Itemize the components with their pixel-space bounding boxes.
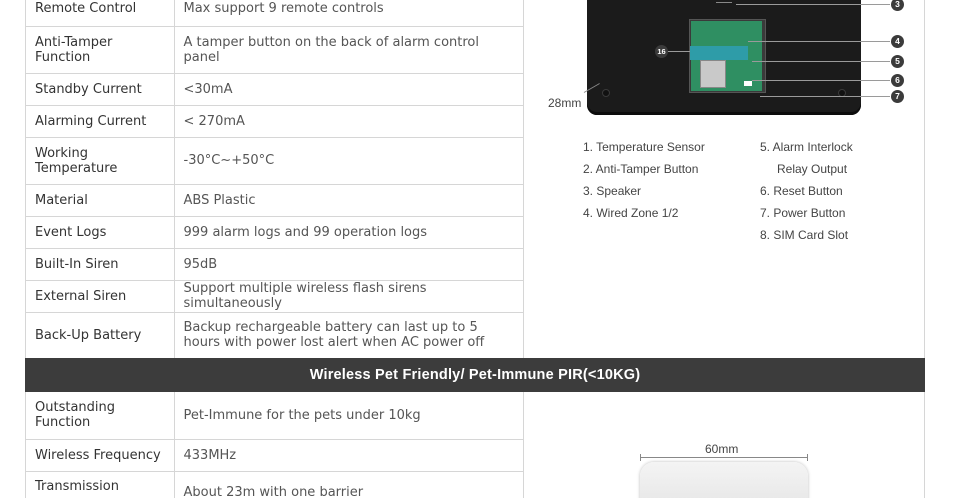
table-row: Transmission About 23m with one barrier	[25, 471, 524, 498]
spec-value: About 23m with one barrier	[174, 471, 524, 498]
spec-value: A tamper button on the back of alarm con…	[174, 26, 524, 74]
spec-label: Standby Current	[25, 73, 175, 106]
legend-item: 1. Temperature Sensor	[583, 140, 705, 154]
legend-item: 8. SIM Card Slot	[760, 228, 849, 242]
table-row: Remote Control Max support 9 remote cont…	[25, 0, 524, 27]
table-row: Working Temperature -30°C~+50°C	[25, 137, 524, 185]
frame-border-right	[924, 0, 925, 498]
dimension-tick	[807, 454, 808, 461]
callout-line	[748, 41, 890, 42]
width-dimension-label: 60mm	[705, 442, 739, 456]
callout-line	[736, 4, 890, 5]
legend-item: 3. Speaker	[583, 184, 642, 198]
callout-badge-3: 3	[891, 0, 904, 11]
cable-icon	[716, 0, 732, 3]
legend-item: 7. Power Button	[760, 206, 846, 220]
spec-label: Wireless Frequency	[25, 439, 175, 472]
pir-spec-table: Outstanding Function Pet-Immune for the …	[25, 392, 524, 498]
terminal-block-icon	[690, 46, 748, 60]
panel-legend-right: 5. Alarm Interlock Relay Output 6. Reset…	[760, 136, 853, 246]
spec-value: Pet-Immune for the pets under 10kg	[174, 392, 524, 440]
callout-line	[760, 96, 890, 97]
spec-value: Max support 9 remote controls	[174, 0, 524, 27]
table-row: Wireless Frequency 433MHz	[25, 439, 524, 472]
legend-item: Relay Output	[777, 162, 848, 176]
spec-value: Support multiple wireless flash sirens s…	[174, 280, 524, 313]
spec-value: <30mA	[174, 73, 524, 106]
table-row: Standby Current <30mA	[25, 73, 524, 106]
spec-label: Transmission	[25, 471, 175, 498]
table-row: Built-In Siren 95dB	[25, 248, 524, 281]
legend-item: 5. Alarm Interlock	[760, 140, 853, 154]
spec-label: Outstanding Function	[25, 392, 175, 440]
spec-value: Backup rechargeable battery can last up …	[183, 320, 485, 351]
callout-badge-16: 16	[655, 45, 668, 58]
spec-label: Built-In Siren	[25, 248, 175, 281]
table-row: Material ABS Plastic	[25, 184, 524, 217]
spec-value: 999 alarm logs and 99 operation logs	[174, 216, 524, 249]
callout-line	[752, 80, 890, 81]
table-row: Event Logs 999 alarm logs and 99 operati…	[25, 216, 524, 249]
spec-label: Anti-Tamper Function	[25, 26, 175, 74]
screw-icon	[602, 89, 610, 97]
callout-badge-6: 6	[891, 74, 904, 87]
spec-value: -30°C~+50°C	[174, 137, 524, 185]
callout-badge-7: 7	[891, 90, 904, 103]
spec-label: External Siren	[25, 280, 175, 313]
dimension-tick	[640, 454, 641, 461]
legend-item: 6. Reset Button	[760, 184, 843, 198]
spec-value: < 270mA	[174, 105, 524, 138]
table-row: Back-Up Battery Backup rechargeable batt…	[25, 312, 524, 359]
spec-label: Remote Control	[25, 0, 175, 27]
legend-item: 2. Anti-Tamper Button	[583, 162, 699, 176]
spec-label: Material	[25, 184, 175, 217]
callout-line	[752, 61, 890, 62]
pir-sensor-image	[640, 462, 808, 498]
sim-slot-icon	[700, 60, 726, 88]
panel-legend-left: 1. Temperature Sensor 2. Anti-Tamper But…	[583, 136, 705, 224]
spec-value: 95dB	[174, 248, 524, 281]
spec-value: ABS Plastic	[174, 184, 524, 217]
callout-line	[668, 51, 690, 52]
spec-label: Event Logs	[25, 216, 175, 249]
spec-label: Back-Up Battery	[25, 312, 175, 359]
table-row: Anti-Tamper Function A tamper button on …	[25, 26, 524, 74]
callout-badge-4: 4	[891, 35, 904, 48]
depth-dimension-label: 28mm	[548, 96, 582, 110]
reset-notch-icon	[744, 81, 752, 86]
spec-label: Alarming Current	[25, 105, 175, 138]
table-row: Alarming Current < 270mA	[25, 105, 524, 138]
table-row: Outstanding Function Pet-Immune for the …	[25, 392, 524, 440]
callout-badge-5: 5	[891, 55, 904, 68]
spec-label: Working Temperature	[25, 137, 175, 185]
alarm-panel-spec-table: Remote Control Max support 9 remote cont…	[25, 0, 524, 359]
dimension-line	[640, 457, 808, 458]
table-row: External Siren Support multiple wireless…	[25, 280, 524, 313]
spec-value: 433MHz	[174, 439, 524, 472]
legend-item: 4. Wired Zone 1/2	[583, 206, 679, 220]
section-banner: Wireless Pet Friendly/ Pet-Immune PIR(<1…	[25, 358, 925, 392]
